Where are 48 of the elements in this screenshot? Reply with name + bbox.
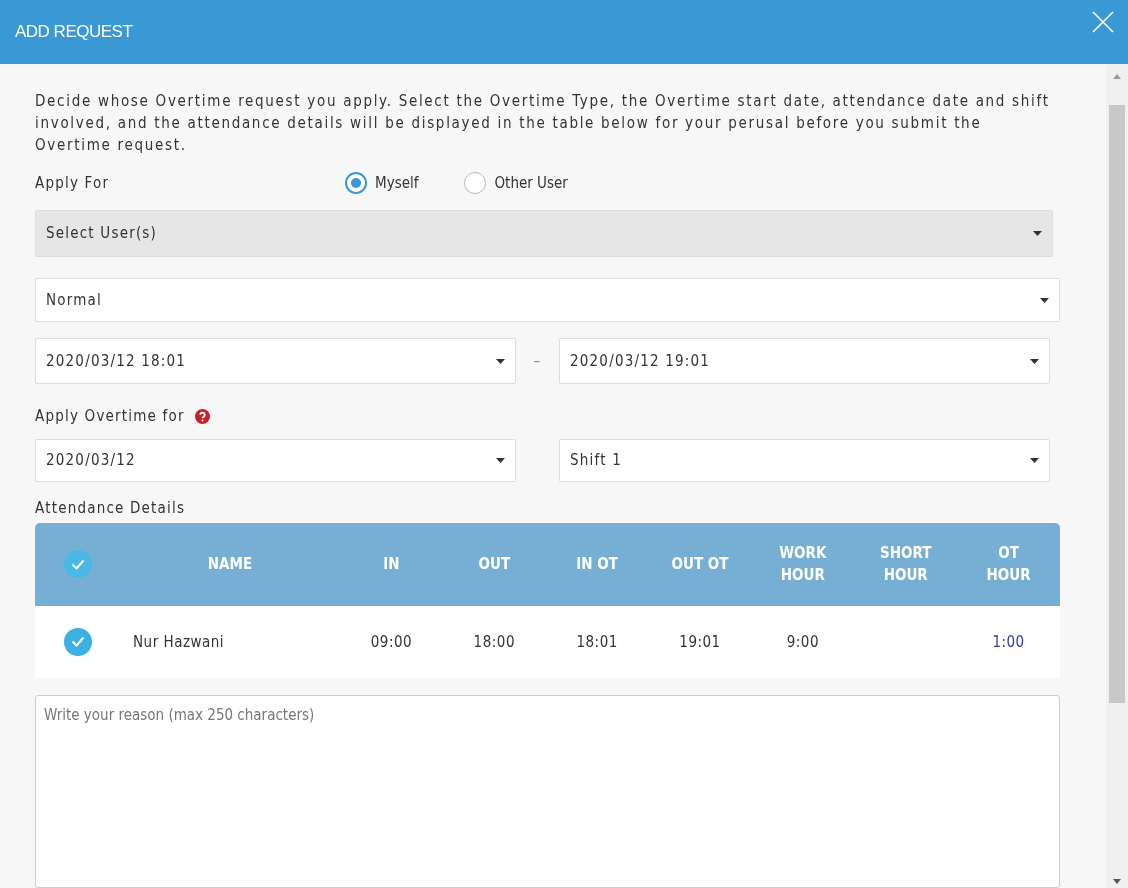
scroll-up-icon[interactable] [1113, 74, 1121, 79]
radio-label: Other User [494, 174, 568, 193]
column-header: OT HOUR [985, 543, 1032, 587]
end-date-select[interactable]: 2020/03/12 19:01 [559, 338, 1050, 385]
table-cell-text: 19:01 [678, 632, 722, 651]
attendance-date-select[interactable]: 2020/03/12 [35, 438, 516, 482]
range-separator: – [532, 352, 543, 371]
column-header: OUT OT [670, 554, 730, 576]
radio-label: Myself [375, 174, 419, 193]
caret-icon [496, 457, 505, 463]
checkbox[interactable] [63, 627, 92, 656]
start-date-select[interactable]: 2020/03/12 18:01 [35, 338, 516, 385]
caret-icon [1040, 297, 1049, 303]
table-cell-text: 9:00 [785, 632, 820, 651]
description-text: Decide whose Overtime request you apply. Select the Overtime Type, the Overtime start date, attendance date and shift involved, and the attendance details will be displayed in the table below for your perusal before you submit the Overtime request. [35, 91, 1051, 156]
radio-circle[interactable] [345, 172, 367, 195]
caret-icon [1033, 230, 1042, 236]
radio-circle[interactable] [464, 172, 487, 195]
attendance-details-label: Attendance Details [35, 498, 187, 517]
table-cell-text: Nur Hazwani [132, 632, 226, 651]
apply-for-label: Apply For [35, 174, 111, 193]
check-icon [70, 558, 85, 570]
column-header: IN OT [575, 554, 619, 576]
check-icon [70, 636, 85, 648]
dialog-title: ADD REQUEST [15, 22, 133, 42]
shift-select[interactable]: Shift 1 [559, 438, 1050, 482]
column-header: WORK HOUR [778, 543, 828, 587]
table-cell-text: 18:00 [472, 632, 516, 651]
table-cell-text: 18:01 [575, 632, 619, 651]
column-header: NAME [206, 554, 254, 576]
table-cell-text: 09:00 [369, 632, 414, 651]
scroll-down-icon[interactable] [1113, 879, 1121, 884]
column-header: SHORT HOUR [879, 543, 933, 587]
caret-icon [496, 358, 505, 364]
apply-overtime-label: Apply Overtime for [35, 407, 185, 425]
radio-option[interactable]: Other User [464, 172, 568, 195]
scrollbar-thumb[interactable] [1109, 105, 1125, 703]
help-icon[interactable] [194, 408, 210, 424]
reason-field[interactable]: Write your reason (max 250 characters) [35, 694, 1060, 888]
column-header: IN [382, 554, 401, 576]
checkbox[interactable] [63, 550, 92, 579]
overtime-type-select[interactable]: Normal [35, 278, 1060, 323]
caret-icon [1030, 457, 1039, 463]
table-cell-text: 1:00 [991, 632, 1026, 651]
radio-option[interactable]: Myself [345, 172, 419, 195]
column-header: OUT [477, 554, 512, 576]
caret-icon [1030, 358, 1039, 364]
close-icon[interactable] [1092, 11, 1114, 33]
